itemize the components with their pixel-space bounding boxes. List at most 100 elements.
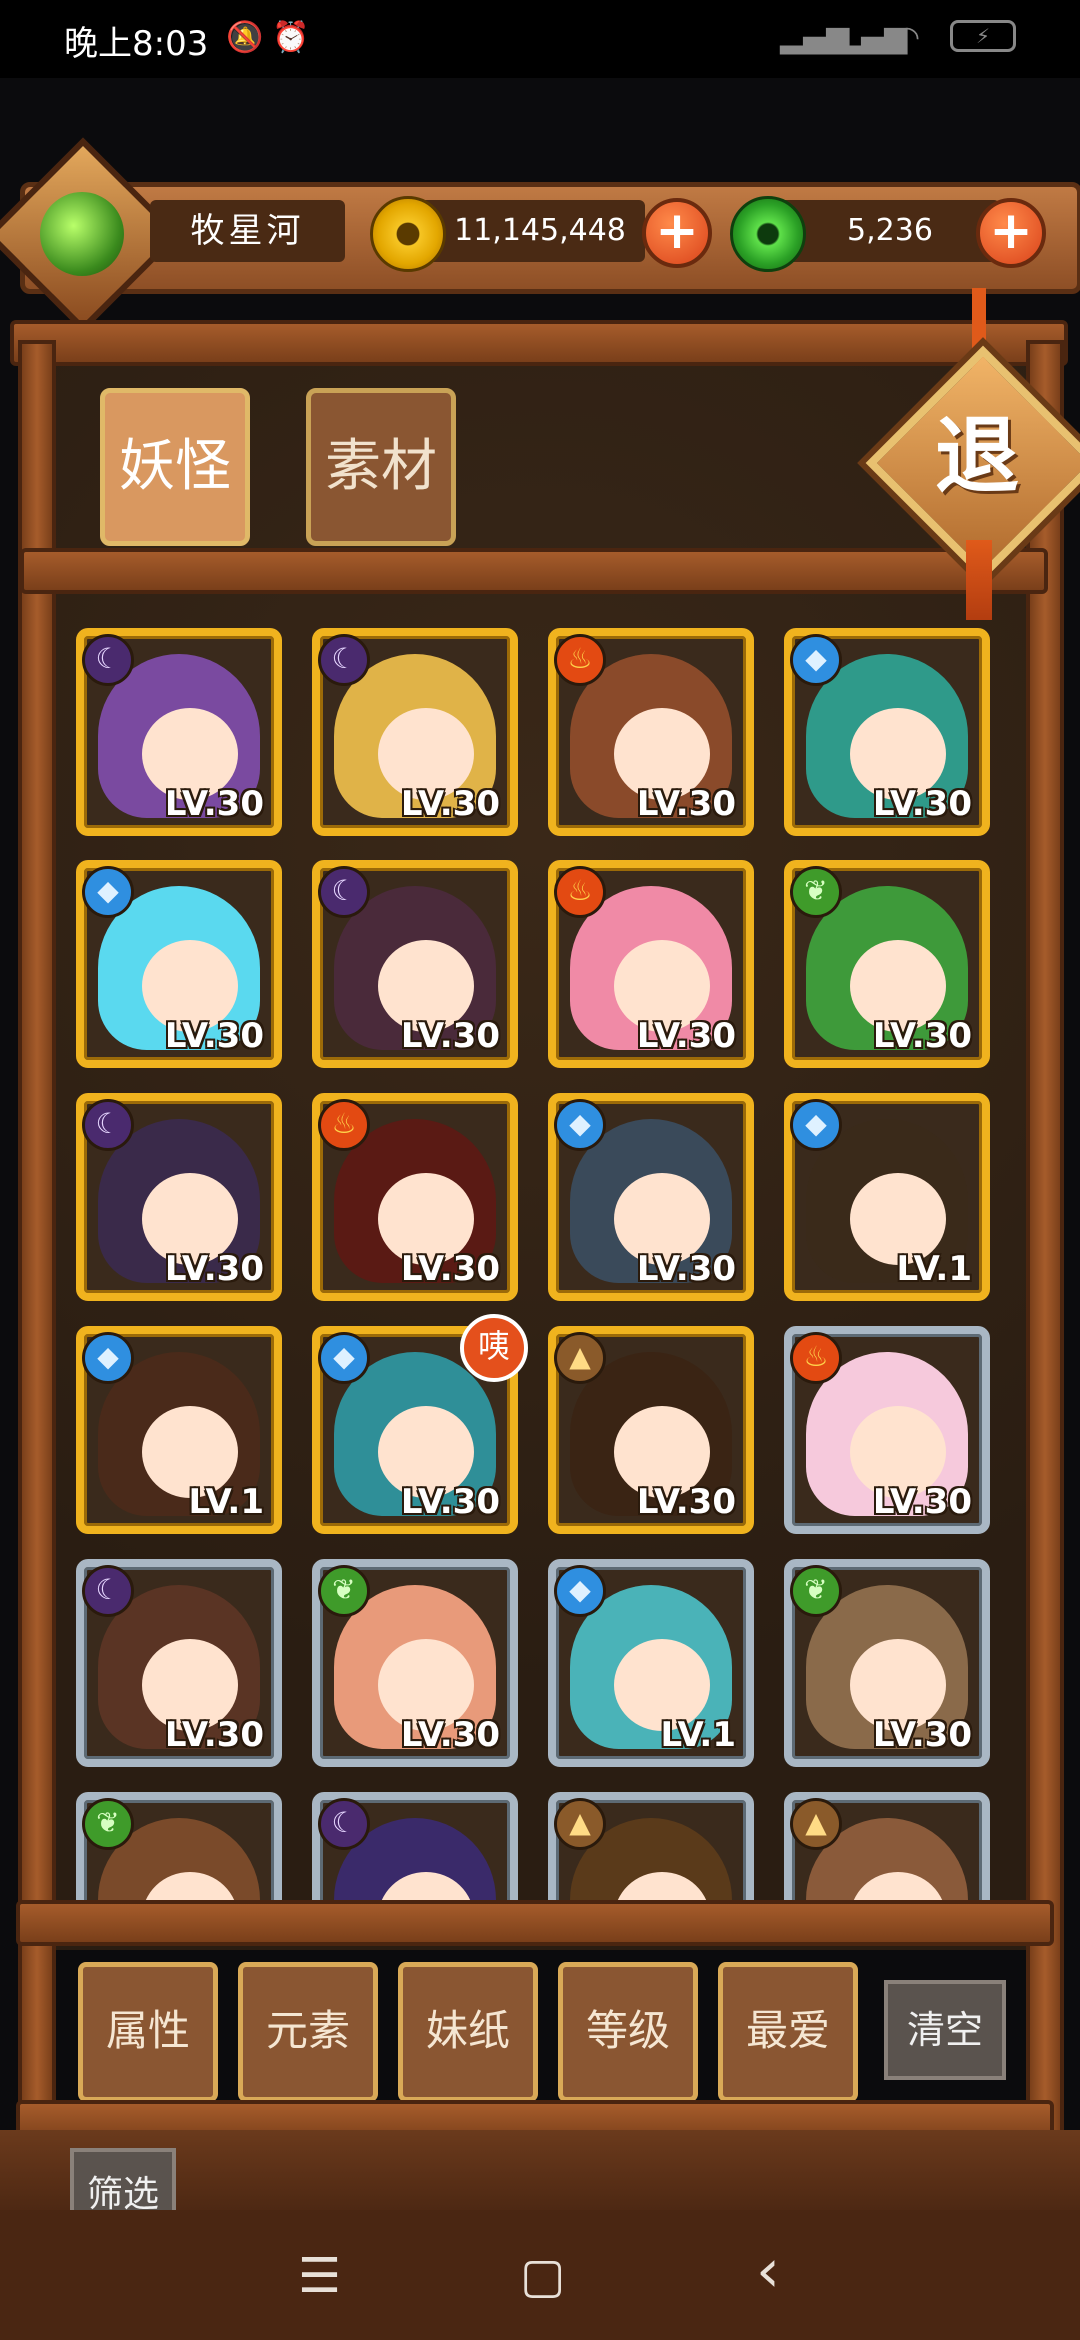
left-post	[18, 340, 56, 2138]
player-name: 牧星河	[150, 200, 345, 262]
monster-card[interactable]: ❦ LV.30	[312, 1559, 518, 1767]
monster-level: LV.30	[872, 1482, 972, 1522]
bottom-beam	[16, 1900, 1054, 1946]
monster-card[interactable]: ♨ LV.30	[548, 860, 754, 1068]
monster-level: LV.30	[872, 1016, 972, 1056]
alarm-icon: ⏰	[272, 20, 310, 55]
monster-level: LV.30	[164, 1249, 264, 1289]
earth-element-icon: ▲	[554, 1798, 606, 1850]
monster-card[interactable]: ♨ LV.30	[312, 1093, 518, 1301]
monster-card[interactable]: ◆ LV.30	[548, 1093, 754, 1301]
gem-count: 5,236	[847, 213, 933, 248]
moon-element-icon: ☾	[318, 866, 370, 918]
filter-favorite-button[interactable]: 最爱	[718, 1962, 858, 2102]
monster-card[interactable]: ◆ LV.1	[548, 1559, 754, 1767]
coin-count: 11,145,448	[454, 213, 626, 248]
fire-element-icon: ♨	[554, 634, 606, 686]
right-post	[1026, 340, 1064, 2138]
monster-card[interactable]: ♨ LV.30	[784, 1326, 990, 1534]
monster-face	[378, 1872, 474, 1903]
fire-element-icon: ♨	[790, 1332, 842, 1384]
leaf-element-icon: ❦	[82, 1798, 134, 1850]
monster-level: LV.30	[164, 784, 264, 824]
add-coins-button[interactable]: +	[642, 198, 712, 268]
earth-element-icon: ▲	[790, 1798, 842, 1850]
back-icon[interactable]: ‹	[756, 2236, 780, 2306]
leaf-element-icon: ❦	[318, 1565, 370, 1617]
monster-card[interactable]: ☾ LV.30	[76, 1559, 282, 1767]
monster-level: LV.1	[660, 1715, 737, 1755]
top-beam	[10, 320, 1068, 366]
monster-level: LV.30	[872, 784, 972, 824]
mute-icon: 🔕	[226, 20, 264, 55]
monster-card[interactable]: ◆ LV.30	[784, 628, 990, 836]
monster-card[interactable]: ◆ LV.30 咦	[312, 1314, 528, 1534]
monster-card[interactable]: ◆ LV.1	[76, 1326, 282, 1534]
water-element-icon: ◆	[318, 1332, 370, 1384]
notification-badge: 咦	[460, 1314, 528, 1382]
monster-face	[142, 1872, 238, 1903]
monster-face	[614, 1872, 710, 1903]
leaf-element-icon: ❦	[790, 866, 842, 918]
monster-grid: ☾ LV.30 ☾ LV.30 ♨ LV.30 ◆ LV.30 ◆ LV.30 ☾ LV.30 ♨ LV.…	[70, 588, 1010, 1903]
monster-level: LV.1	[896, 1249, 973, 1289]
add-gems-button[interactable]: +	[976, 198, 1046, 268]
monster-card[interactable]: ◆ LV.1	[784, 1093, 990, 1301]
monster-card[interactable]: ❦ LV.30	[784, 860, 990, 1068]
monster-card[interactable]: ☾ LV.30	[76, 1093, 282, 1301]
monster-card[interactable]: ▲ LV.30	[548, 1326, 754, 1534]
monster-level: LV.30	[400, 784, 500, 824]
monster-level: LV.30	[636, 1249, 736, 1289]
filter-girls-button[interactable]: 妹纸	[398, 1962, 538, 2102]
clear-button[interactable]: 清空	[884, 1980, 1006, 2080]
monster-card[interactable]: ☾ LV.30	[312, 860, 518, 1068]
monster-level: LV.30	[400, 1715, 500, 1755]
monster-level: LV.30	[636, 1016, 736, 1056]
water-element-icon: ◆	[82, 866, 134, 918]
coin-icon	[370, 196, 446, 272]
monster-face	[850, 1872, 946, 1903]
water-element-icon: ◆	[554, 1099, 606, 1151]
tab-monsters[interactable]: 妖怪	[100, 388, 250, 546]
water-element-icon: ◆	[790, 634, 842, 686]
fire-element-icon: ♨	[554, 866, 606, 918]
home-icon[interactable]: ▢	[520, 2248, 565, 2304]
leaf-element-icon: ❦	[790, 1565, 842, 1617]
status-bar: 晚上8:03 🔕 ⏰ ▂▄▆ ▂▄▆ ◠ ⚡	[0, 0, 1080, 78]
monster-card[interactable]: ▲	[548, 1792, 754, 1903]
moon-element-icon: ☾	[318, 1798, 370, 1850]
monster-level: LV.30	[164, 1016, 264, 1056]
monster-card[interactable]: ◆ LV.30	[76, 860, 282, 1068]
menu-icon[interactable]: ☰	[298, 2248, 341, 2304]
fire-element-icon: ♨	[318, 1099, 370, 1151]
filter-attribute-button[interactable]: 属性	[78, 1962, 218, 2102]
monster-level: LV.30	[400, 1482, 500, 1522]
monster-level: LV.30	[636, 784, 736, 824]
tab-materials[interactable]: 素材	[306, 388, 456, 546]
moon-element-icon: ☾	[82, 1099, 134, 1151]
retreat-label[interactable]: 退	[912, 400, 1042, 512]
moon-element-icon: ☾	[318, 634, 370, 686]
water-element-icon: ◆	[554, 1565, 606, 1617]
filter-level-button[interactable]: 等级	[558, 1962, 698, 2102]
water-element-icon: ◆	[82, 1332, 134, 1384]
moon-element-icon: ☾	[82, 634, 134, 686]
monster-level: LV.30	[400, 1249, 500, 1289]
water-element-icon: ◆	[790, 1099, 842, 1151]
monster-level: LV.1	[188, 1482, 265, 1522]
filter-element-button[interactable]: 元素	[238, 1962, 378, 2102]
monster-card[interactable]: ❦ LV.30	[784, 1559, 990, 1767]
monster-card[interactable]: ☾ LV.30	[76, 628, 282, 836]
monster-card[interactable]: ☾ LV.30	[312, 628, 518, 836]
monster-level: LV.30	[164, 1715, 264, 1755]
monster-level: LV.30	[636, 1482, 736, 1522]
monster-card[interactable]: ♨ LV.30	[548, 628, 754, 836]
avatar[interactable]	[40, 192, 124, 276]
status-time: 晚上8:03	[64, 24, 209, 64]
moon-element-icon: ☾	[82, 1565, 134, 1617]
monster-card[interactable]: ☾	[312, 1792, 518, 1903]
monster-level: LV.30	[872, 1715, 972, 1755]
monster-card[interactable]: ▲	[784, 1792, 990, 1903]
monster-level: LV.30	[400, 1016, 500, 1056]
monster-card[interactable]: ❦	[76, 1792, 282, 1903]
